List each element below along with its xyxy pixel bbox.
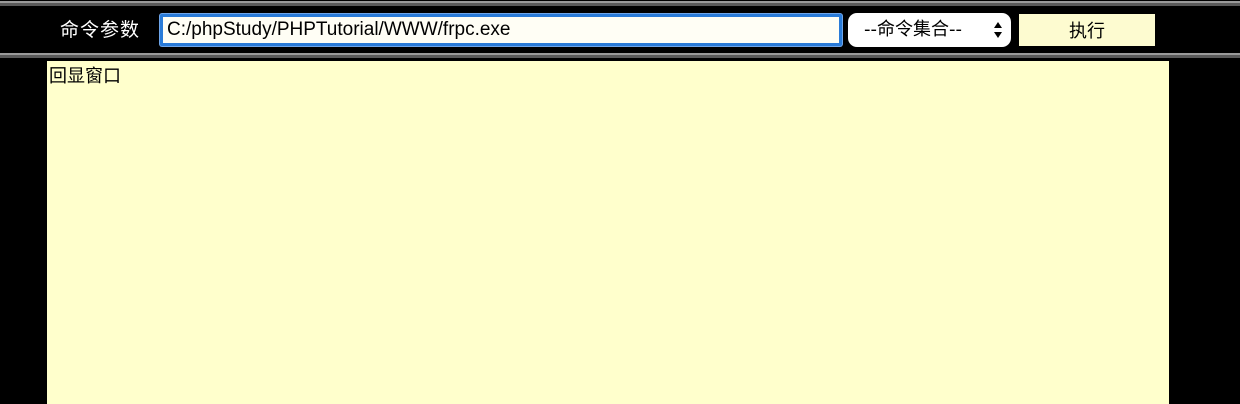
execute-button[interactable]: 执行 [1019,14,1155,46]
up-down-chevron-icon [993,21,1003,39]
top-divider [0,0,1240,9]
command-set-selected-value: --命令集合-- [864,19,962,40]
middle-divider [0,51,1240,60]
command-params-input[interactable] [160,14,842,46]
command-params-label: 命令参数 [60,19,141,41]
output-window[interactable]: 回显窗口 [47,61,1169,404]
command-set-select[interactable]: --命令集合-- [848,13,1011,47]
remote-command-panel: 命令参数 --命令集合-- 执行 回显窗口 [0,0,1240,404]
command-toolbar: 命令参数 --命令集合-- 执行 [0,9,1240,51]
output-placeholder-text: 回显窗口 [49,66,121,87]
